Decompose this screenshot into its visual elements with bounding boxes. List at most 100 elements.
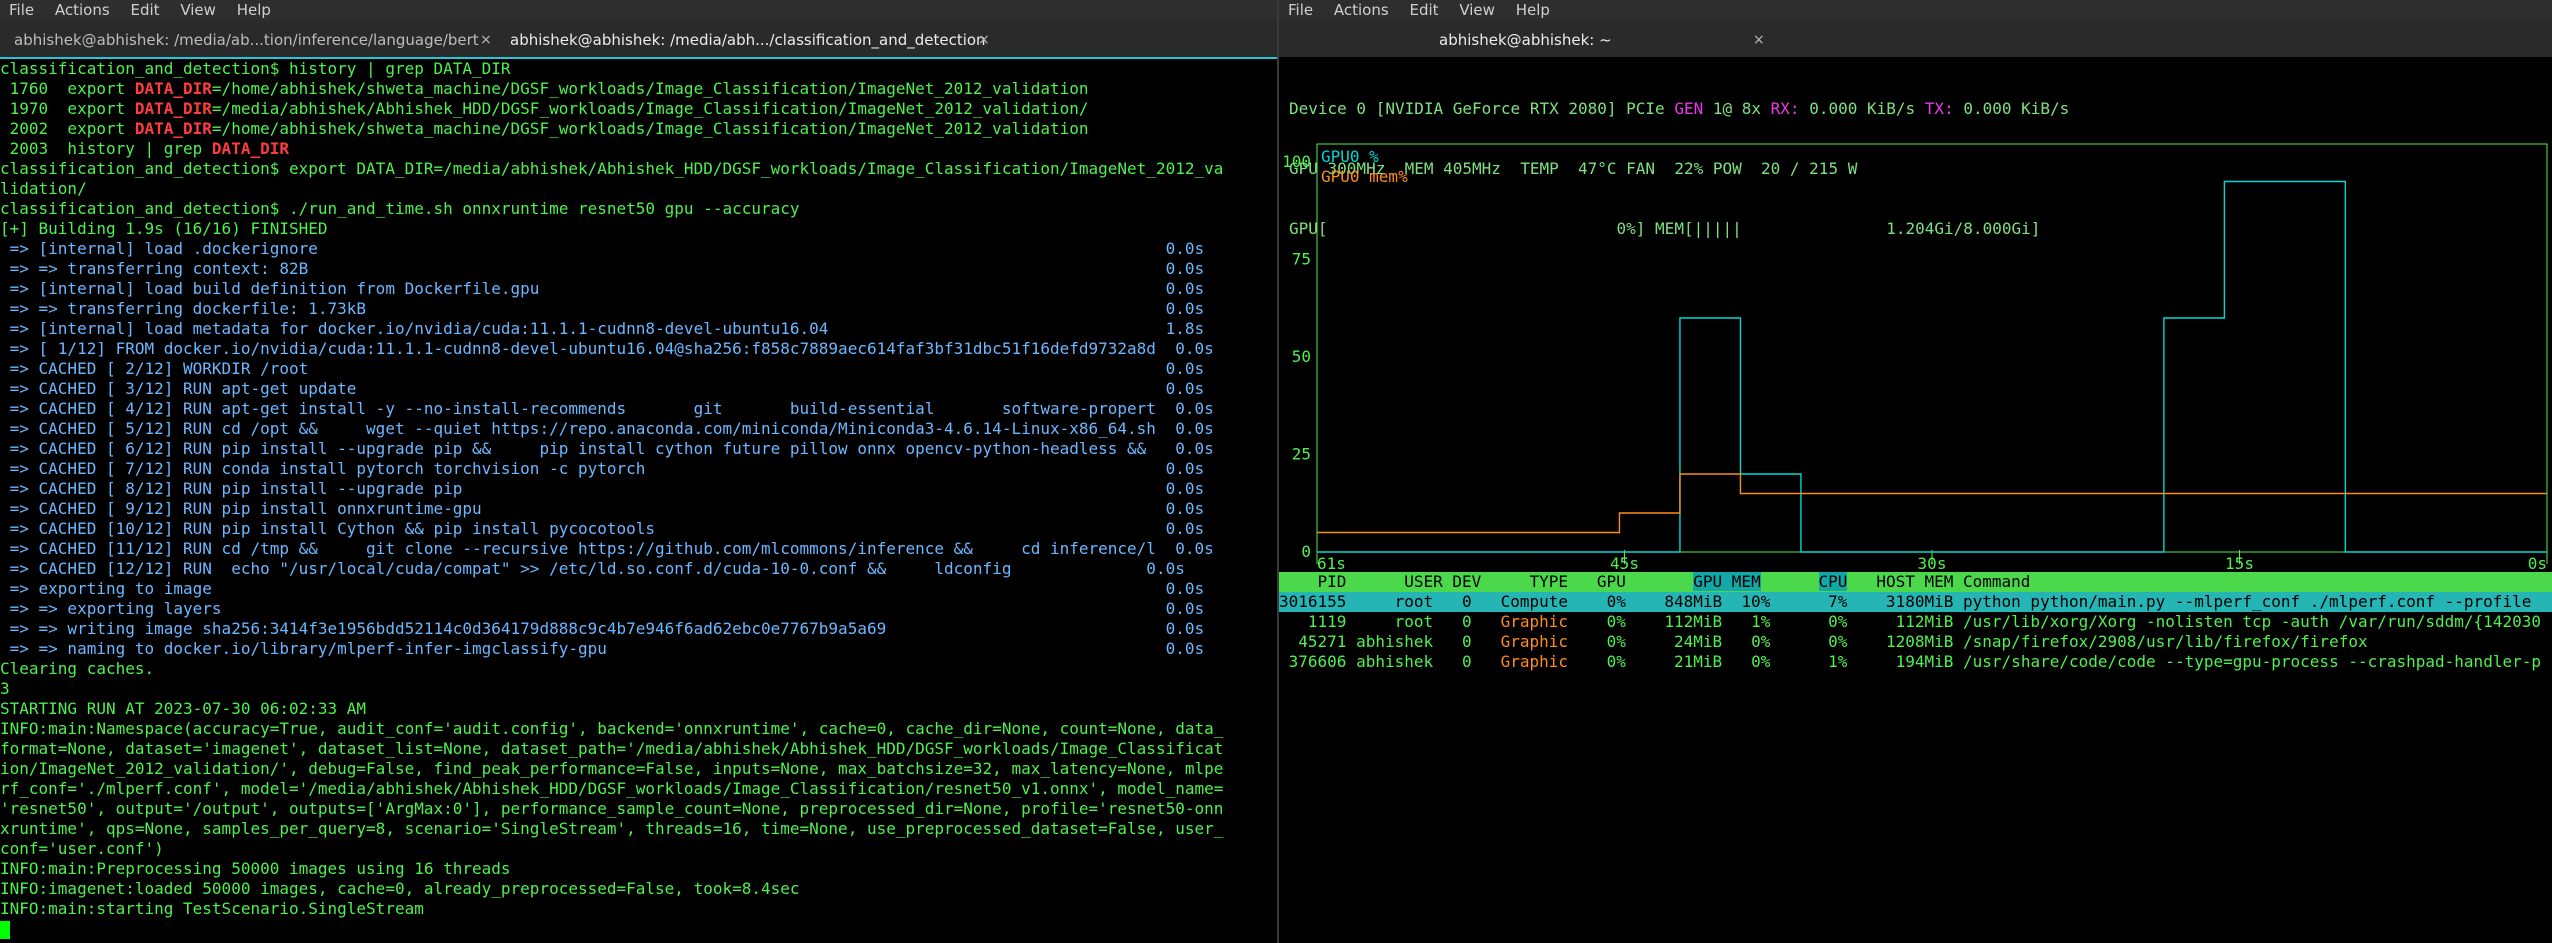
series-line-0	[1317, 180, 2547, 553]
cell-gpu: 0%	[1606, 612, 1626, 631]
menu-view[interactable]: View	[1459, 0, 1495, 20]
column-header[interactable]: USER	[1404, 572, 1443, 591]
menu-edit[interactable]: Edit	[130, 0, 159, 20]
close-icon[interactable]: ×	[978, 25, 990, 55]
terminal-line: INFO:main:Namespace(accuracy=True, audit…	[0, 719, 1277, 739]
legend-entry: GPU0 %	[1321, 147, 1379, 166]
terminal-text: => CACHED [ 7/12] RUN conda install pyto…	[0, 459, 1205, 478]
tab-label: abhishek@abhishek: ~	[1439, 31, 1612, 49]
chart-canvas: 100 75 50 25 0 61s 45s 30s 15s 0s GPU0 %GPU0 mem%	[1282, 143, 2548, 573]
terminal-text: => CACHED [ 3/12] RUN apt-get update 0.0…	[0, 379, 1205, 398]
tab-bert[interactable]: abhishek@abhishek: /media/ab...tion/infe…	[14, 25, 492, 55]
cell-cpu: 1%	[1828, 652, 1848, 671]
tab-label: abhishek@abhishek: /media/ab...tion/infe…	[14, 31, 479, 49]
menu-view[interactable]: View	[180, 0, 216, 20]
column-header[interactable]: GPU MEM	[1693, 572, 1761, 591]
right-menubar: File Actions Edit View Help	[1279, 0, 2552, 20]
terminal-text: => CACHED [ 5/12] RUN cd /opt && wget --…	[0, 419, 1214, 438]
column-header-cell: CPU	[1761, 572, 1848, 591]
terminal-text: 1970 export	[0, 99, 135, 118]
terminal-text: classification_and_detection$ export DAT…	[0, 159, 1224, 178]
terminal-line: format=None, dataset='imagenet', dataset…	[0, 739, 1277, 759]
cell-type: Graphic	[1500, 652, 1569, 671]
cell-cpu: 0%	[1828, 612, 1848, 631]
menu-file[interactable]: File	[1288, 0, 1313, 20]
terminal-text: => CACHED [ 4/12] RUN apt-get install -y…	[0, 399, 1214, 418]
cell-cpu: 7%	[1828, 592, 1848, 611]
menu-actions[interactable]: Actions	[55, 0, 110, 20]
cell-user: root	[1394, 612, 1434, 631]
terminal-line: 2003 history | grep DATA_DIR	[0, 139, 1277, 159]
process-row[interactable]: 45271 abhishek 0 Graphic 0% 24MiB 0% 0% …	[1279, 632, 2552, 652]
cell-gpu-mem: 24MiB	[1674, 632, 1723, 651]
cell-gpu: 0%	[1606, 592, 1626, 611]
terminal-text: 3	[0, 679, 10, 698]
column-header-cell: PID	[1279, 572, 1347, 591]
terminal-line: 3	[0, 679, 1277, 699]
close-icon[interactable]: ×	[1753, 25, 1765, 55]
terminal-text: =/home/abhishek/shweta_machine/DGSF_work…	[211, 79, 1089, 98]
terminal-line: INFO:main:Preprocessing 50000 images usi…	[0, 859, 1277, 879]
terminal-text: =/home/abhishek/shweta_machine/DGSF_work…	[211, 119, 1089, 138]
series-line-1	[1317, 473, 2547, 534]
menu-actions[interactable]: Actions	[1334, 0, 1389, 20]
column-header[interactable]: CPU	[1818, 572, 1848, 591]
menu-edit[interactable]: Edit	[1409, 0, 1438, 20]
process-row[interactable]: 376606 abhishek 0 Graphic 0% 21MiB 0% 1%…	[1279, 652, 2552, 672]
cell-pid: 3016155	[1279, 592, 1347, 611]
y-tick-label: 75	[1292, 250, 1311, 269]
terminal-text: => => exporting layers 0.0s	[0, 599, 1205, 618]
column-header-cell: Command	[1953, 572, 2030, 591]
column-header[interactable]: HOST MEM	[1876, 572, 1953, 591]
terminal-text: => CACHED [ 8/12] RUN pip install --upgr…	[0, 479, 1205, 498]
column-header[interactable]: DEV	[1452, 572, 1481, 591]
process-row[interactable]: 1119 root 0 Graphic 0% 112MiB 1% 0% 112M…	[1279, 612, 2552, 632]
close-icon[interactable]: ×	[480, 25, 492, 55]
terminal-line: => CACHED [ 9/12] RUN pip install onnxru…	[0, 499, 1277, 519]
terminal-line: => => naming to docker.io/library/mlperf…	[0, 639, 1277, 659]
x-tick-label: 61s	[1317, 554, 1346, 572]
terminal-line: rf_conf='./mlperf.conf', model='/media/a…	[0, 779, 1277, 799]
right-terminal-window: File Actions Edit View Help abhishek@abh…	[1279, 0, 2552, 943]
terminal-line: => CACHED [ 5/12] RUN cd /opt && wget --…	[0, 419, 1277, 439]
process-row[interactable]: 3016155 root 0 Compute 0% 848MiB 10% 7% …	[1279, 592, 2552, 612]
terminal-text: => CACHED [ 2/12] WORKDIR /root 0.0s	[0, 359, 1205, 378]
column-header[interactable]: Command	[1953, 572, 2030, 591]
column-header-cell: GPU	[1568, 572, 1626, 591]
column-header[interactable]: TYPE	[1529, 572, 1568, 591]
terminal-text: conf='user.conf')	[0, 839, 164, 858]
terminal-line: 1760 export DATA_DIR=/home/abhishek/shwe…	[0, 79, 1277, 99]
terminal-line: => CACHED [ 4/12] RUN apt-get install -y…	[0, 399, 1277, 419]
menu-help[interactable]: Help	[1516, 0, 1550, 20]
terminal-text: => => transferring context: 82B 0.0s	[0, 259, 1205, 278]
cell-host-mem: 112MiB	[1895, 612, 1954, 631]
cell-user: root	[1394, 592, 1434, 611]
legend-entry: GPU0 mem%	[1321, 167, 1408, 186]
cell-command: python python/main.py --mlperf_conf ./ml…	[1963, 592, 2532, 611]
terminal-line: xruntime', qps=None, samples_per_query=8…	[0, 819, 1277, 839]
cell-dev: 0	[1462, 592, 1472, 611]
terminal-line: INFO:imagenet:loaded 50000 images, cache…	[0, 879, 1277, 899]
menu-file[interactable]: File	[9, 0, 34, 20]
terminal-output[interactable]: classification_and_detection$ history | …	[0, 59, 1277, 943]
terminal-line: => CACHED [ 7/12] RUN conda install pyto…	[0, 459, 1277, 479]
terminal-line: classification_and_detection$ history | …	[0, 59, 1277, 79]
column-header[interactable]: GPU	[1597, 572, 1626, 591]
terminal-text: format=None, dataset='imagenet', dataset…	[0, 739, 1224, 758]
terminal-text: => CACHED [11/12] RUN cd /tmp && git clo…	[0, 539, 1214, 558]
column-header-cell: GPU MEM	[1626, 572, 1761, 591]
terminal-line: => [internal] load build definition from…	[0, 279, 1277, 299]
cell-pid: 376606	[1288, 652, 1347, 671]
terminal-text: Clearing caches.	[0, 659, 155, 678]
terminal-text: INFO:main:starting TestScenario.SingleSt…	[0, 899, 424, 918]
menu-help[interactable]: Help	[237, 0, 271, 20]
y-tick-label: 100	[1282, 152, 1311, 171]
column-header[interactable]: PID	[1318, 572, 1347, 591]
cell-type: Graphic	[1500, 612, 1569, 631]
terminal-line: => [internal] load .dockerignore 0.0s	[0, 239, 1277, 259]
x-tick-label: 45s	[1610, 554, 1639, 572]
cell-command: /usr/share/code/code --type=gpu-process …	[1963, 652, 2541, 671]
tab-classification[interactable]: abhishek@abhishek: /media/abh.../classif…	[510, 25, 990, 55]
terminal-line: INFO:main:starting TestScenario.SingleSt…	[0, 899, 1277, 919]
tab-home[interactable]: abhishek@abhishek: ~ ×	[1439, 25, 1765, 55]
